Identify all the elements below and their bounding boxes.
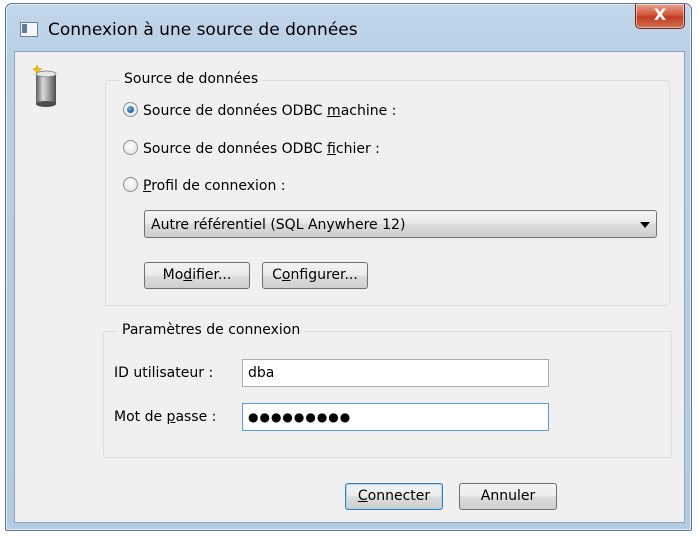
connection-params-group-title: Paramètres de connexion	[118, 322, 305, 338]
cancel-button[interactable]: Annuler	[459, 483, 557, 510]
window-app-icon	[20, 22, 38, 37]
configure-button[interactable]: Configurer...	[262, 262, 368, 289]
radio-odbc-machine[interactable]: Source de données ODBC machine :	[123, 101, 396, 121]
data-source-group: Source de données Source de données ODBC…	[105, 71, 670, 306]
dialog-window: Connexion à une source de données X Sour…	[5, 3, 692, 531]
database-icon	[33, 64, 57, 107]
close-button[interactable]: X	[635, 4, 685, 29]
radio-indicator[interactable]	[123, 140, 138, 155]
window-title: Connexion à une source de données	[48, 20, 358, 40]
radio-indicator[interactable]	[123, 177, 138, 192]
dialog-body: Source de données Source de données ODBC…	[14, 51, 685, 523]
connect-button[interactable]: Connecter	[345, 483, 443, 510]
dropdown-value: Autre référentiel (SQL Anywhere 12)	[151, 217, 406, 233]
user-id-field[interactable]: dba	[242, 359, 549, 387]
radio-indicator[interactable]	[123, 102, 138, 117]
password-label: Mot de passe :	[114, 409, 217, 425]
password-field[interactable]: ●●●●●●●●●	[242, 403, 549, 431]
radio-odbc-file[interactable]: Source de données ODBC fichier :	[123, 139, 380, 159]
chevron-down-icon[interactable]	[640, 222, 650, 228]
data-source-group-title: Source de données	[120, 71, 263, 87]
modify-button[interactable]: Modifier...	[144, 262, 250, 289]
user-id-label: ID utilisateur :	[114, 365, 214, 381]
radio-connection-profile[interactable]: Profil de connexion :	[123, 176, 285, 196]
close-icon: X	[653, 5, 667, 24]
data-source-dropdown[interactable]: Autre référentiel (SQL Anywhere 12)	[144, 210, 657, 238]
title-bar[interactable]: Connexion à une source de données X	[6, 4, 691, 56]
connection-params-group: Paramètres de connexion ID utilisateur :…	[103, 322, 672, 458]
